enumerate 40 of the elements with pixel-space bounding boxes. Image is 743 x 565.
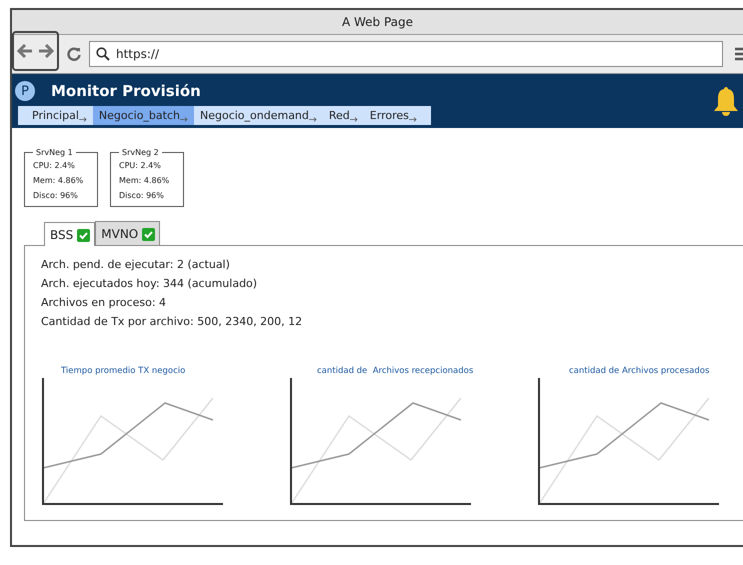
link-arrow-icon [408, 117, 417, 122]
window-title: A Web Page [12, 10, 743, 35]
server-name: SrvNeg 2 [121, 148, 160, 157]
search-icon [96, 47, 110, 61]
link-arrow-icon [308, 117, 317, 122]
reload-icon[interactable] [67, 47, 81, 61]
check-icon [77, 228, 90, 242]
app-title: Monitor Provisión [51, 82, 201, 100]
nav-tab[interactable]: Red [322, 106, 364, 125]
bell-icon[interactable] [713, 86, 739, 116]
server-metric: CPU: 2.4% [119, 161, 162, 170]
nav-tab[interactable]: Negocio_ondemand [194, 106, 323, 125]
server-name: SrvNeg 1 [35, 148, 74, 157]
nav-tab[interactable]: Errores [364, 106, 423, 125]
tab[interactable]: MVNO [95, 221, 160, 245]
link-arrow-icon [78, 117, 87, 122]
server-metric: Disco: 96% [119, 191, 165, 200]
server-metric: Mem: 4.86% [33, 176, 84, 185]
menu-icon[interactable] [735, 47, 743, 61]
chart-title: Tiempo promedio TX negocio [60, 366, 186, 376]
stat-text: Arch. ejecutados hoy: 344 (acumulado) [41, 277, 258, 290]
url-field[interactable]: https:// [89, 41, 723, 67]
chart-title: cantidad de Archivos recepcionados [316, 366, 474, 376]
link-arrow-icon [180, 117, 188, 122]
stat-text: Cantidad de Tx por archivo: 500, 2340, 200, 12 [41, 315, 304, 328]
forward-icon[interactable] [38, 44, 54, 58]
nav-tab[interactable]: Principal [26, 106, 93, 125]
stat-text: Arch. pend. de ejecutar: 2 (actual) [41, 258, 231, 271]
nav-tab[interactable]: Negocio_batch [92, 106, 194, 125]
tab[interactable]: BSS [44, 222, 96, 246]
server-metric: Disco: 96% [33, 191, 79, 200]
chart-title: cantidad de Archivos procesados [568, 366, 710, 376]
stat-text: Archivos en proceso: 4 [41, 296, 168, 309]
url-text: https:// [116, 47, 160, 61]
back-icon[interactable] [16, 44, 33, 58]
server-metric: CPU: 2.4% [33, 161, 76, 170]
server-metric: Mem: 4.86% [119, 176, 170, 185]
logo: P [15, 81, 35, 101]
link-arrow-icon [350, 117, 358, 122]
check-icon [142, 228, 156, 240]
